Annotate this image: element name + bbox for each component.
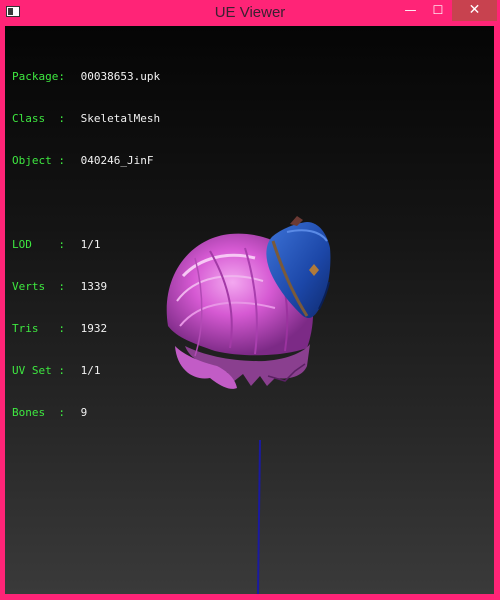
app-window: UE Viewer — ☐ ✕ Package: 00038653.upk Cl… [0, 0, 500, 600]
skeletal-mesh-render [166, 216, 331, 594]
3d-viewport[interactable]: Package: 00038653.upk Class : SkeletalMe… [5, 26, 494, 594]
close-button[interactable]: ✕ [452, 0, 497, 21]
axis-line [257, 439, 261, 594]
maximize-button[interactable]: ☐ [425, 0, 451, 21]
title-bar[interactable]: UE Viewer — ☐ ✕ [0, 0, 500, 26]
minimize-button[interactable]: — [398, 0, 423, 21]
